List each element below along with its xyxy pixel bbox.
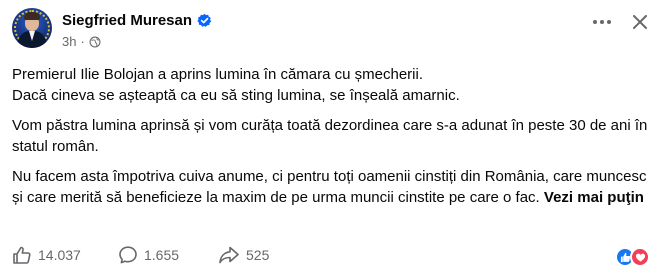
post-paragraph-1-line-1: Premierul Ilie Bolojan a aprins lumina î… (12, 66, 424, 83)
author-row: Siegfried Muresan (62, 12, 212, 29)
post-header: Siegfried Muresan 3h · (12, 8, 650, 56)
see-less-link[interactable]: Vezi mai puţin (544, 189, 644, 206)
reactions-summary[interactable] (615, 247, 650, 267)
post-timestamp[interactable]: 3h (62, 34, 76, 49)
more-options-button[interactable] (592, 12, 612, 32)
post-paragraph-1-line-2: Dacă cineva se așteaptă ca eu să sting l… (12, 87, 460, 104)
post-paragraph-3: Nu facem asta împotriva cuiva anume, ci … (12, 166, 652, 208)
avatar[interactable] (12, 8, 52, 48)
post-paragraph-2: Vom păstra lumina aprinsă și vom curăța … (12, 117, 648, 155)
love-reaction-icon (630, 247, 650, 267)
verified-badge-icon (197, 13, 212, 27)
like-icon (13, 246, 31, 264)
author-name[interactable]: Siegfried Muresan (62, 12, 192, 29)
like-count: 14.037 (38, 247, 81, 263)
post-footer: 14.037 1.655 525 (12, 245, 650, 271)
avatar-hair (24, 12, 40, 20)
share-count: 525 (246, 247, 270, 263)
close-icon (633, 15, 647, 29)
globe-icon (89, 36, 101, 47)
comment-count: 1.655 (144, 247, 180, 263)
like-button[interactable]: 14.037 (12, 245, 81, 265)
share-icon (219, 246, 239, 264)
comment-icon (119, 246, 137, 264)
post-body: Premierul Ilie Bolojan a aprins lumina î… (12, 64, 652, 217)
post-top-actions (592, 12, 650, 32)
post-paragraph-1: Premierul Ilie Bolojan a aprins lumina î… (12, 64, 652, 106)
close-button[interactable] (630, 12, 650, 32)
comment-button[interactable]: 1.655 (118, 245, 179, 265)
share-button[interactable]: 525 (218, 245, 269, 265)
post-meta: 3h · (62, 34, 101, 49)
meta-separator: · (80, 34, 85, 49)
more-options-icon (593, 20, 611, 24)
